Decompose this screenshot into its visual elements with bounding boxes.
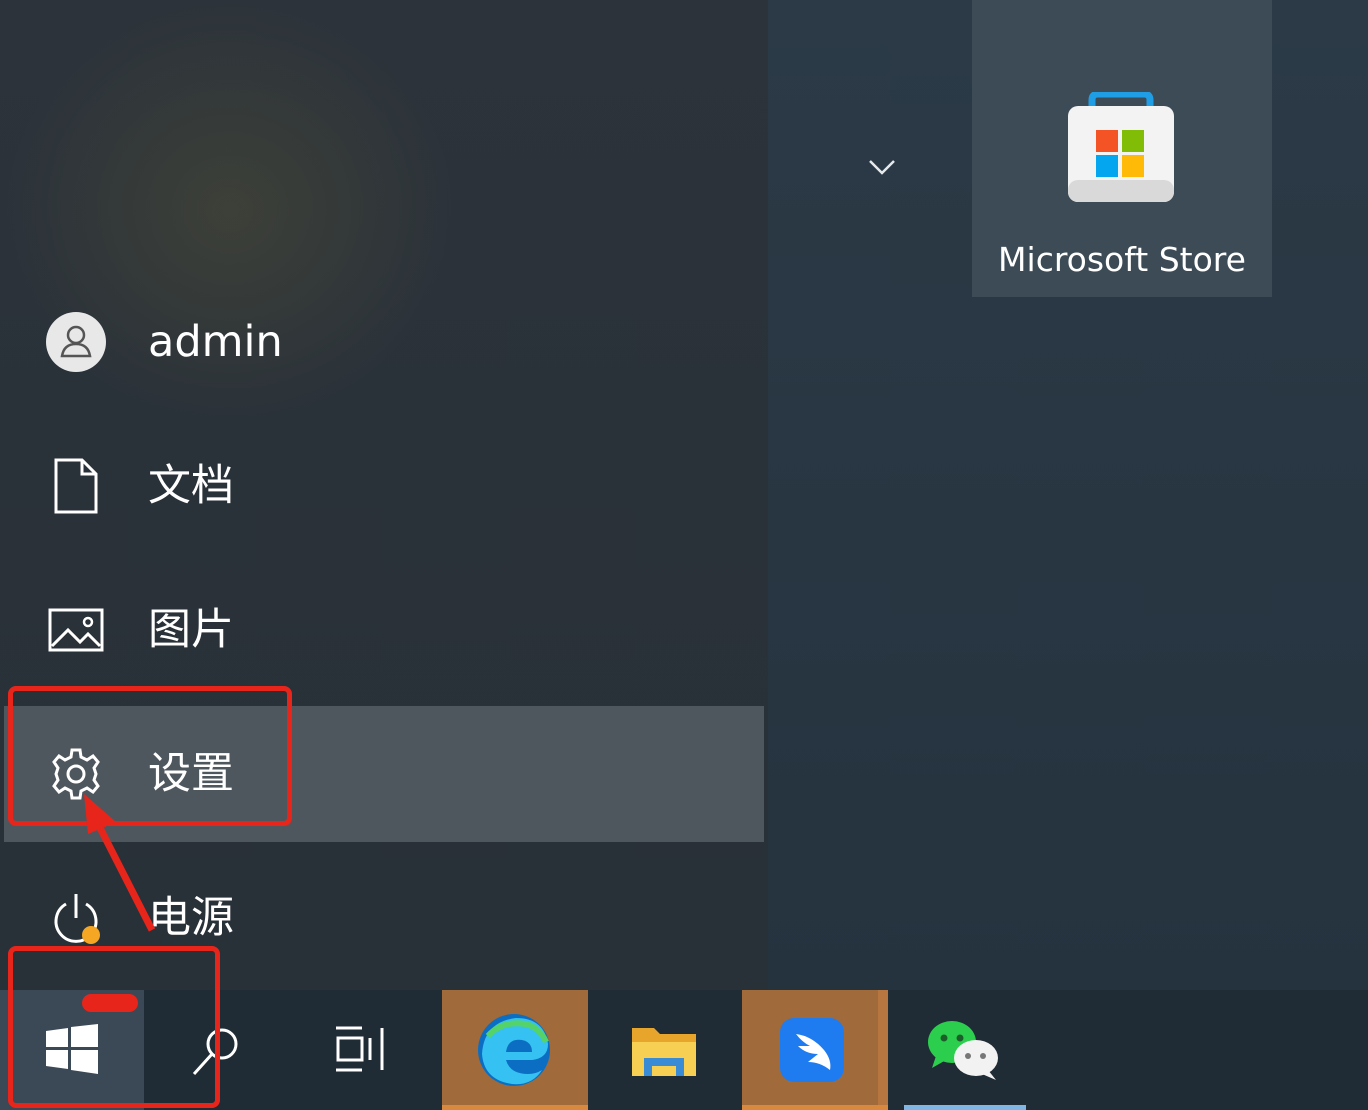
tile-label: Microsoft Store [998, 240, 1246, 279]
file-explorer-icon [632, 1028, 696, 1076]
start-item-pictures[interactable]: 图片 [0, 562, 764, 698]
active-app-indicator [442, 1105, 588, 1110]
documents-label: 文档 [148, 461, 234, 511]
annotation-start-box [8, 946, 220, 1108]
microsoft-store-tile[interactable]: Microsoft Store [972, 0, 1272, 297]
active-app-indicator [742, 1105, 888, 1110]
taskbar-feishu[interactable] [742, 990, 888, 1110]
task-view-icon [336, 1026, 384, 1072]
wechat-icon [928, 1021, 998, 1080]
taskbar-separator [878, 990, 888, 1110]
document-icon [54, 458, 98, 514]
chevron-down-icon[interactable] [866, 155, 898, 179]
taskbar-wechat[interactable] [888, 990, 1038, 1110]
taskbar-edge[interactable] [442, 990, 588, 1110]
user-avatar-icon [46, 312, 106, 372]
feishu-app-icon [780, 1018, 844, 1082]
edge-icon [478, 1014, 550, 1086]
running-app-indicator [904, 1105, 1026, 1110]
start-user-account[interactable]: admin [0, 274, 764, 410]
store-bag-icon [1068, 92, 1174, 202]
task-view-button[interactable] [288, 990, 438, 1110]
pictures-icon [48, 608, 104, 652]
user-name-label: admin [148, 317, 283, 367]
annotation-arrow [84, 794, 156, 932]
taskbar-file-explorer[interactable] [588, 990, 738, 1110]
start-item-documents[interactable]: 文档 [0, 418, 764, 554]
annotation-start-dash [82, 994, 138, 1012]
pictures-label: 图片 [148, 605, 234, 655]
